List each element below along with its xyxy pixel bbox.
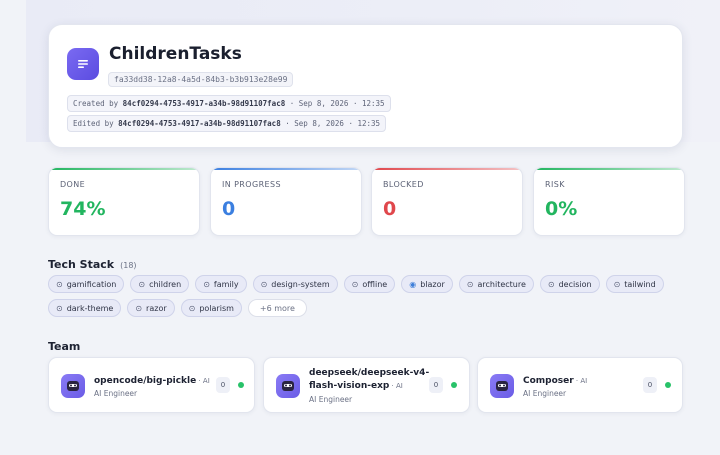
- globe-icon: ◉: [409, 279, 417, 289]
- member-name: opencode/big-pickle · AI: [94, 376, 210, 386]
- stat-value: 74%: [60, 198, 106, 220]
- project-title: ChildrenTasks: [109, 44, 242, 64]
- stat-label: BLOCKED: [383, 180, 424, 189]
- tag-icon: ⊙: [56, 303, 63, 313]
- stat-value: 0%: [545, 198, 578, 220]
- tag-chip[interactable]: ⊙ design-system: [252, 275, 338, 293]
- stat-accent-bar: [534, 168, 684, 170]
- robot-avatar-icon: [61, 374, 85, 398]
- online-status-dot: [665, 382, 671, 388]
- tag-label: razor: [146, 303, 167, 313]
- tag-icon: ⊙: [351, 279, 359, 289]
- tag-chip[interactable]: ⊙ polarism: [180, 299, 242, 317]
- tag-label: polarism: [199, 303, 234, 313]
- stat-label: DONE: [60, 180, 86, 189]
- tag-chip[interactable]: ⊙ children: [130, 275, 190, 293]
- member-name: deepseek/deepseek-v4- flash-vision-exp · …: [309, 368, 430, 391]
- stat-accent-bar: [49, 168, 199, 170]
- team-member-card[interactable]: opencode/big-pickle · AI AI Engineer 0: [48, 357, 255, 413]
- tag-icon: ⊙: [203, 279, 210, 289]
- edited-by-line: Edited by 84cf0294-4753-4917-a34b-98d911…: [67, 115, 387, 132]
- tag-icon: ⊙: [135, 303, 143, 313]
- stat-accent-bar: [211, 168, 361, 170]
- tag-label: architecture: [477, 279, 526, 289]
- member-task-count: 0: [216, 377, 230, 393]
- tag-chip[interactable]: ⊙ family: [195, 275, 247, 293]
- stat-label: RISK: [545, 180, 565, 189]
- member-name: Composer · AI: [523, 376, 588, 386]
- robot-avatar-icon: [490, 374, 514, 398]
- tech-stack-title: Tech Stack: [48, 258, 115, 271]
- tag-label: dark-theme: [66, 303, 114, 313]
- edited-label: Edited by: [73, 119, 114, 128]
- created-at: · Sep 8, 2026 · 12:35: [285, 99, 385, 108]
- online-status-dot: [238, 382, 244, 388]
- tag-icon: ⊙: [188, 303, 196, 313]
- document-lines-icon: [67, 48, 99, 80]
- project-header-card: ChildrenTasks fa33dd38-12a8-4a5d-84b3-b3…: [48, 24, 683, 148]
- show-more-tags-button[interactable]: +6 more: [247, 299, 307, 317]
- tag-chip[interactable]: ⊙ decision: [539, 275, 600, 293]
- stat-card-risk: RISK 0%: [533, 167, 685, 236]
- tag-label: offline: [362, 279, 388, 289]
- tag-label: decision: [558, 279, 592, 289]
- tag-chip[interactable]: ◉ blazor: [401, 275, 453, 293]
- member-task-count: 0: [643, 377, 657, 393]
- member-task-count: 0: [429, 377, 443, 393]
- tag-label: blazor: [420, 279, 445, 289]
- tag-label: gamification: [66, 279, 117, 289]
- tag-icon: ⊙: [466, 279, 474, 289]
- tag-chip[interactable]: ⊙ architecture: [458, 275, 534, 293]
- tag-label: design-system: [271, 279, 330, 289]
- created-by-line: Created by 84cf0294-4753-4917-a34b-98d91…: [67, 95, 391, 112]
- stat-card-in-progress: IN PROGRESS 0: [210, 167, 362, 236]
- edited-by-user: 84cf0294-4753-4917-a34b-98d91107fac8: [118, 119, 281, 128]
- team-member-card[interactable]: deepseek/deepseek-v4- flash-vision-exp · …: [263, 357, 470, 413]
- edited-at: · Sep 8, 2026 · 12:35: [280, 119, 381, 128]
- online-status-dot: [451, 382, 457, 388]
- tag-chip[interactable]: ⊙ offline: [343, 275, 396, 293]
- created-label: Created by: [73, 99, 119, 108]
- tag-icon: ⊙: [260, 279, 268, 289]
- tag-label: tailwind: [624, 279, 656, 289]
- tech-stack-count: (18): [120, 261, 137, 270]
- tag-chip[interactable]: ⊙ dark-theme: [48, 299, 122, 317]
- member-role: AI Engineer: [94, 389, 138, 398]
- team-heading: Team: [48, 340, 81, 353]
- member-role: AI Engineer: [309, 395, 353, 404]
- project-id-badge[interactable]: fa33dd38-12a8-4a5d-84b3-b3b913e28e99: [108, 72, 294, 87]
- created-by-user: 84cf0294-4753-4917-a34b-98d91107fac8: [122, 99, 286, 108]
- stat-card-blocked: BLOCKED 0: [371, 167, 523, 236]
- tag-chip[interactable]: ⊙ razor: [127, 299, 175, 317]
- stat-accent-bar: [372, 168, 522, 170]
- team-member-card[interactable]: Composer · AI AI Engineer 0: [477, 357, 683, 413]
- tech-stack-heading: Tech Stack (18): [48, 258, 137, 271]
- member-role: AI Engineer: [523, 389, 567, 398]
- tag-icon: ⊙: [613, 279, 621, 289]
- tag-chip[interactable]: ⊙ tailwind: [605, 275, 664, 293]
- tag-label: family: [213, 279, 239, 289]
- stat-value: 0: [383, 198, 397, 220]
- stat-card-done: DONE 74%: [48, 167, 200, 236]
- tag-label: children: [149, 279, 182, 289]
- stat-value: 0: [222, 198, 236, 220]
- tag-icon: ⊙: [547, 279, 555, 289]
- tag-icon: ⊙: [56, 279, 63, 289]
- tech-stack-tags: ⊙ gamification ⊙ children ⊙ family ⊙ design-…: [48, 275, 668, 323]
- tag-chip[interactable]: ⊙ gamification: [48, 275, 125, 293]
- tag-icon: ⊙: [138, 279, 146, 289]
- robot-avatar-icon: [276, 374, 300, 398]
- stat-label: IN PROGRESS: [222, 180, 281, 189]
